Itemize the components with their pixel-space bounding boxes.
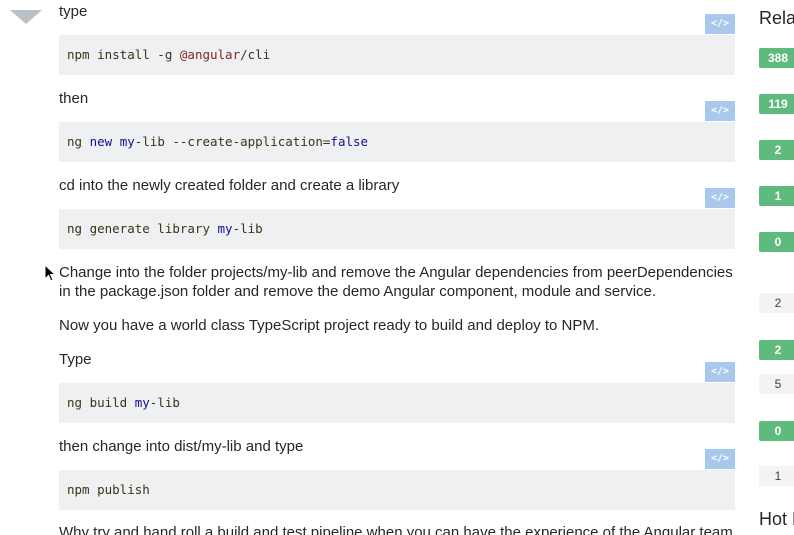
related-score-badge[interactable]: 0 — [759, 421, 794, 441]
related-score-badge[interactable]: 1 — [759, 466, 794, 486]
related-score-badge[interactable]: 0 — [759, 232, 794, 252]
code-block-npm-publish: npm publish — [59, 470, 735, 510]
related-score-badge[interactable]: 2 — [759, 293, 794, 313]
code-block-npm-install: npm install -g @angular/cli — [59, 35, 735, 75]
related-score-badge[interactable]: 5 — [759, 374, 794, 394]
paragraph-why: Why try and hand roll a build and test p… — [59, 524, 733, 535]
related-score-badge[interactable]: 2 — [759, 340, 794, 360]
paragraph-type: type — [59, 3, 88, 20]
paragraph-world-class: Now you have a world class TypeScript pr… — [59, 317, 599, 334]
code-snippet-button[interactable]: </> — [705, 362, 735, 382]
related-heading[interactable]: Related — [759, 7, 794, 29]
related-score-badge[interactable]: 119 — [759, 94, 794, 114]
hot-network-heading[interactable]: Hot Network Questions — [759, 508, 794, 530]
code-snippet-button[interactable]: </> — [705, 449, 735, 469]
mouse-cursor-icon — [44, 264, 56, 282]
code-block-ng-new: ng new my-lib --create-application=false — [59, 122, 735, 162]
paragraph-then: then — [59, 90, 89, 107]
code-block-ng-generate: ng generate library my-lib — [59, 209, 735, 249]
sidebar: Related 388 119 2 1 0 2 2 5 0 1 Hot Netw… — [759, 0, 794, 535]
code-block-ng-build: ng build my-lib — [59, 383, 735, 423]
code-snippet-button[interactable]: </> — [705, 188, 735, 208]
related-score-badge[interactable]: 388 — [759, 48, 794, 68]
code-snippet-button[interactable]: </> — [705, 14, 735, 34]
vote-down-icon[interactable] — [10, 10, 42, 24]
related-score-badge[interactable]: 1 — [759, 186, 794, 206]
paragraph-type-upper: Type — [59, 351, 92, 368]
paragraph-dist: then change into dist/my-lib and type — [59, 438, 304, 455]
paragraph-cd: cd into the newly created folder and cre… — [59, 177, 400, 194]
code-snippet-button[interactable]: </> — [705, 101, 735, 121]
paragraph-change-folder: Change into the folder projects/my-lib a… — [59, 264, 733, 300]
related-score-badge[interactable]: 2 — [759, 140, 794, 160]
